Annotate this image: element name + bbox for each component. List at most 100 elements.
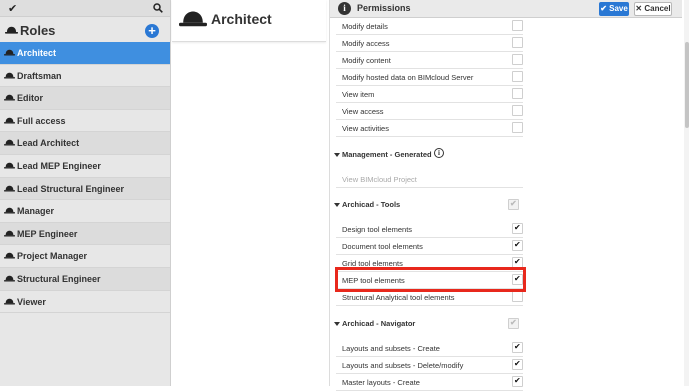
permission-checkbox[interactable] [512,37,523,48]
cancel-button[interactable]: ✕ Cancel [634,2,672,16]
permission-checkbox[interactable] [512,291,523,302]
role-item-draftsman[interactable]: Draftsman [0,65,170,88]
section-checkbox[interactable] [508,318,519,329]
role-item-lead-architect[interactable]: Lead Architect [0,132,170,155]
hardhat-icon [4,185,15,192]
roles-list: Architect Draftsman Editor Full access L… [0,42,170,314]
search-icon[interactable] [153,3,163,13]
role-label: Project Manager [17,251,88,262]
permission-checkbox[interactable] [512,71,523,82]
permission-checkbox[interactable] [512,20,523,31]
role-item-lead-mep-engineer[interactable]: Lead MEP Engineer [0,155,170,178]
sidebar-toolbar: ✔ [0,0,170,17]
permission-label: Layouts and subsets - Create [342,344,440,353]
permission-row: Modify content [336,52,523,69]
permission-checkbox[interactable] [512,342,523,353]
hardhat-icon [5,26,18,34]
permission-label: View item [342,90,375,99]
permission-label: Modify content [342,56,391,65]
permission-label: Modify access [342,39,390,48]
section-archicad-navigator[interactable]: Archicad - Navigator [332,315,522,335]
role-label: Lead Structural Engineer [17,183,125,194]
role-label: Viewer [17,296,46,307]
hardhat-icon [4,298,15,305]
save-button[interactable]: ✔ Save [599,2,629,16]
role-detail-pane: Architect [172,0,326,386]
permission-row: Layouts and subsets - Create [336,340,523,357]
save-label: Save [609,4,628,13]
permission-row: View activities [336,120,523,137]
hardhat-icon [4,252,15,259]
role-item-architect[interactable]: Architect [0,42,170,65]
permission-checkbox[interactable] [512,88,523,99]
permission-checkbox[interactable] [512,54,523,65]
permission-label: Structural Analytical tool elements [342,293,455,302]
close-icon: ✕ [635,4,643,13]
role-item-viewer[interactable]: Viewer [0,291,170,314]
roles-sidebar: ✔ Roles + Architect Draftsman Editor Ful… [0,0,171,386]
permission-checkbox[interactable] [512,359,523,370]
permissions-title: Permissions [357,3,411,13]
sidebar-title: Roles [20,23,56,38]
hardhat-icon [4,72,15,79]
role-label: Manager [17,206,55,217]
permission-label: View BIMcloud Project [342,175,417,184]
hardhat-icon [4,207,15,214]
role-item-manager[interactable]: Manager [0,200,170,223]
info-icon[interactable]: i [434,148,444,158]
section-checkbox[interactable] [508,199,519,210]
role-item-lead-structural-engineer[interactable]: Lead Structural Engineer [0,177,170,201]
permission-checkbox[interactable] [512,376,523,387]
role-label: Lead Architect [17,138,80,149]
section-label: Management - Generated [342,150,432,159]
select-all-icon[interactable]: ✔ [8,2,17,15]
permission-row: View item [336,86,523,103]
permission-checkbox[interactable] [512,122,523,133]
permission-checkbox[interactable] [512,223,523,234]
role-label: MEP Engineer [17,228,78,239]
hardhat-icon [4,162,15,169]
scrollbar[interactable] [684,0,689,386]
permission-checkbox[interactable] [512,105,523,116]
permission-label: View access [342,107,384,116]
role-label: Architect [17,48,57,58]
role-item-project-manager[interactable]: Project Manager [0,245,170,268]
role-item-full-access[interactable]: Full access [0,110,170,133]
role-label: Lead MEP Engineer [17,160,101,171]
section-label: Archicad - Navigator [342,319,416,328]
section-management-generated[interactable]: Management - Generated i [332,146,522,166]
scrollbar-thumb[interactable] [685,42,689,128]
permissions-header: i Permissions ✔ Save ✕ Cancel [330,0,682,18]
role-title: Architect [211,11,272,27]
add-role-button[interactable]: + [145,24,159,38]
permission-label: Design tool elements [342,225,413,234]
section-archicad-tools[interactable]: Archicad - Tools [332,196,522,216]
role-item-structural-engineer[interactable]: Structural Engineer [0,267,170,291]
sidebar-header: Roles + [0,17,170,45]
permission-checkbox[interactable] [512,240,523,251]
collapse-icon [334,322,340,326]
highlight-box [335,267,526,292]
cancel-label: Cancel [644,4,671,13]
collapse-icon [334,203,340,207]
permission-label: Modify details [342,22,388,31]
info-icon: i [338,2,351,15]
permission-label: Document tool elements [342,242,423,251]
role-header: Architect [172,0,326,42]
permission-row: Modify access [336,35,523,52]
role-item-mep-engineer[interactable]: MEP Engineer [0,222,170,246]
permission-row: Modify details [336,18,523,35]
permission-label: View activities [342,124,389,133]
check-icon: ✔ [600,4,607,13]
permission-row: Master layouts - Create [336,374,523,391]
section-label: Archicad - Tools [342,200,401,209]
role-label: Structural Engineer [17,273,101,284]
permission-row: View access [336,103,523,120]
role-item-editor[interactable]: Editor [0,87,170,110]
permission-label: Layouts and subsets - Delete/modify [342,361,464,370]
permission-label: Modify hosted data on BIMcloud Server [342,73,474,82]
permission-row: Design tool elements [336,221,523,238]
collapse-icon [334,153,340,157]
hardhat-icon [4,49,15,56]
permissions-panel: i Permissions ✔ Save ✕ Cancel Modify det… [329,0,689,391]
